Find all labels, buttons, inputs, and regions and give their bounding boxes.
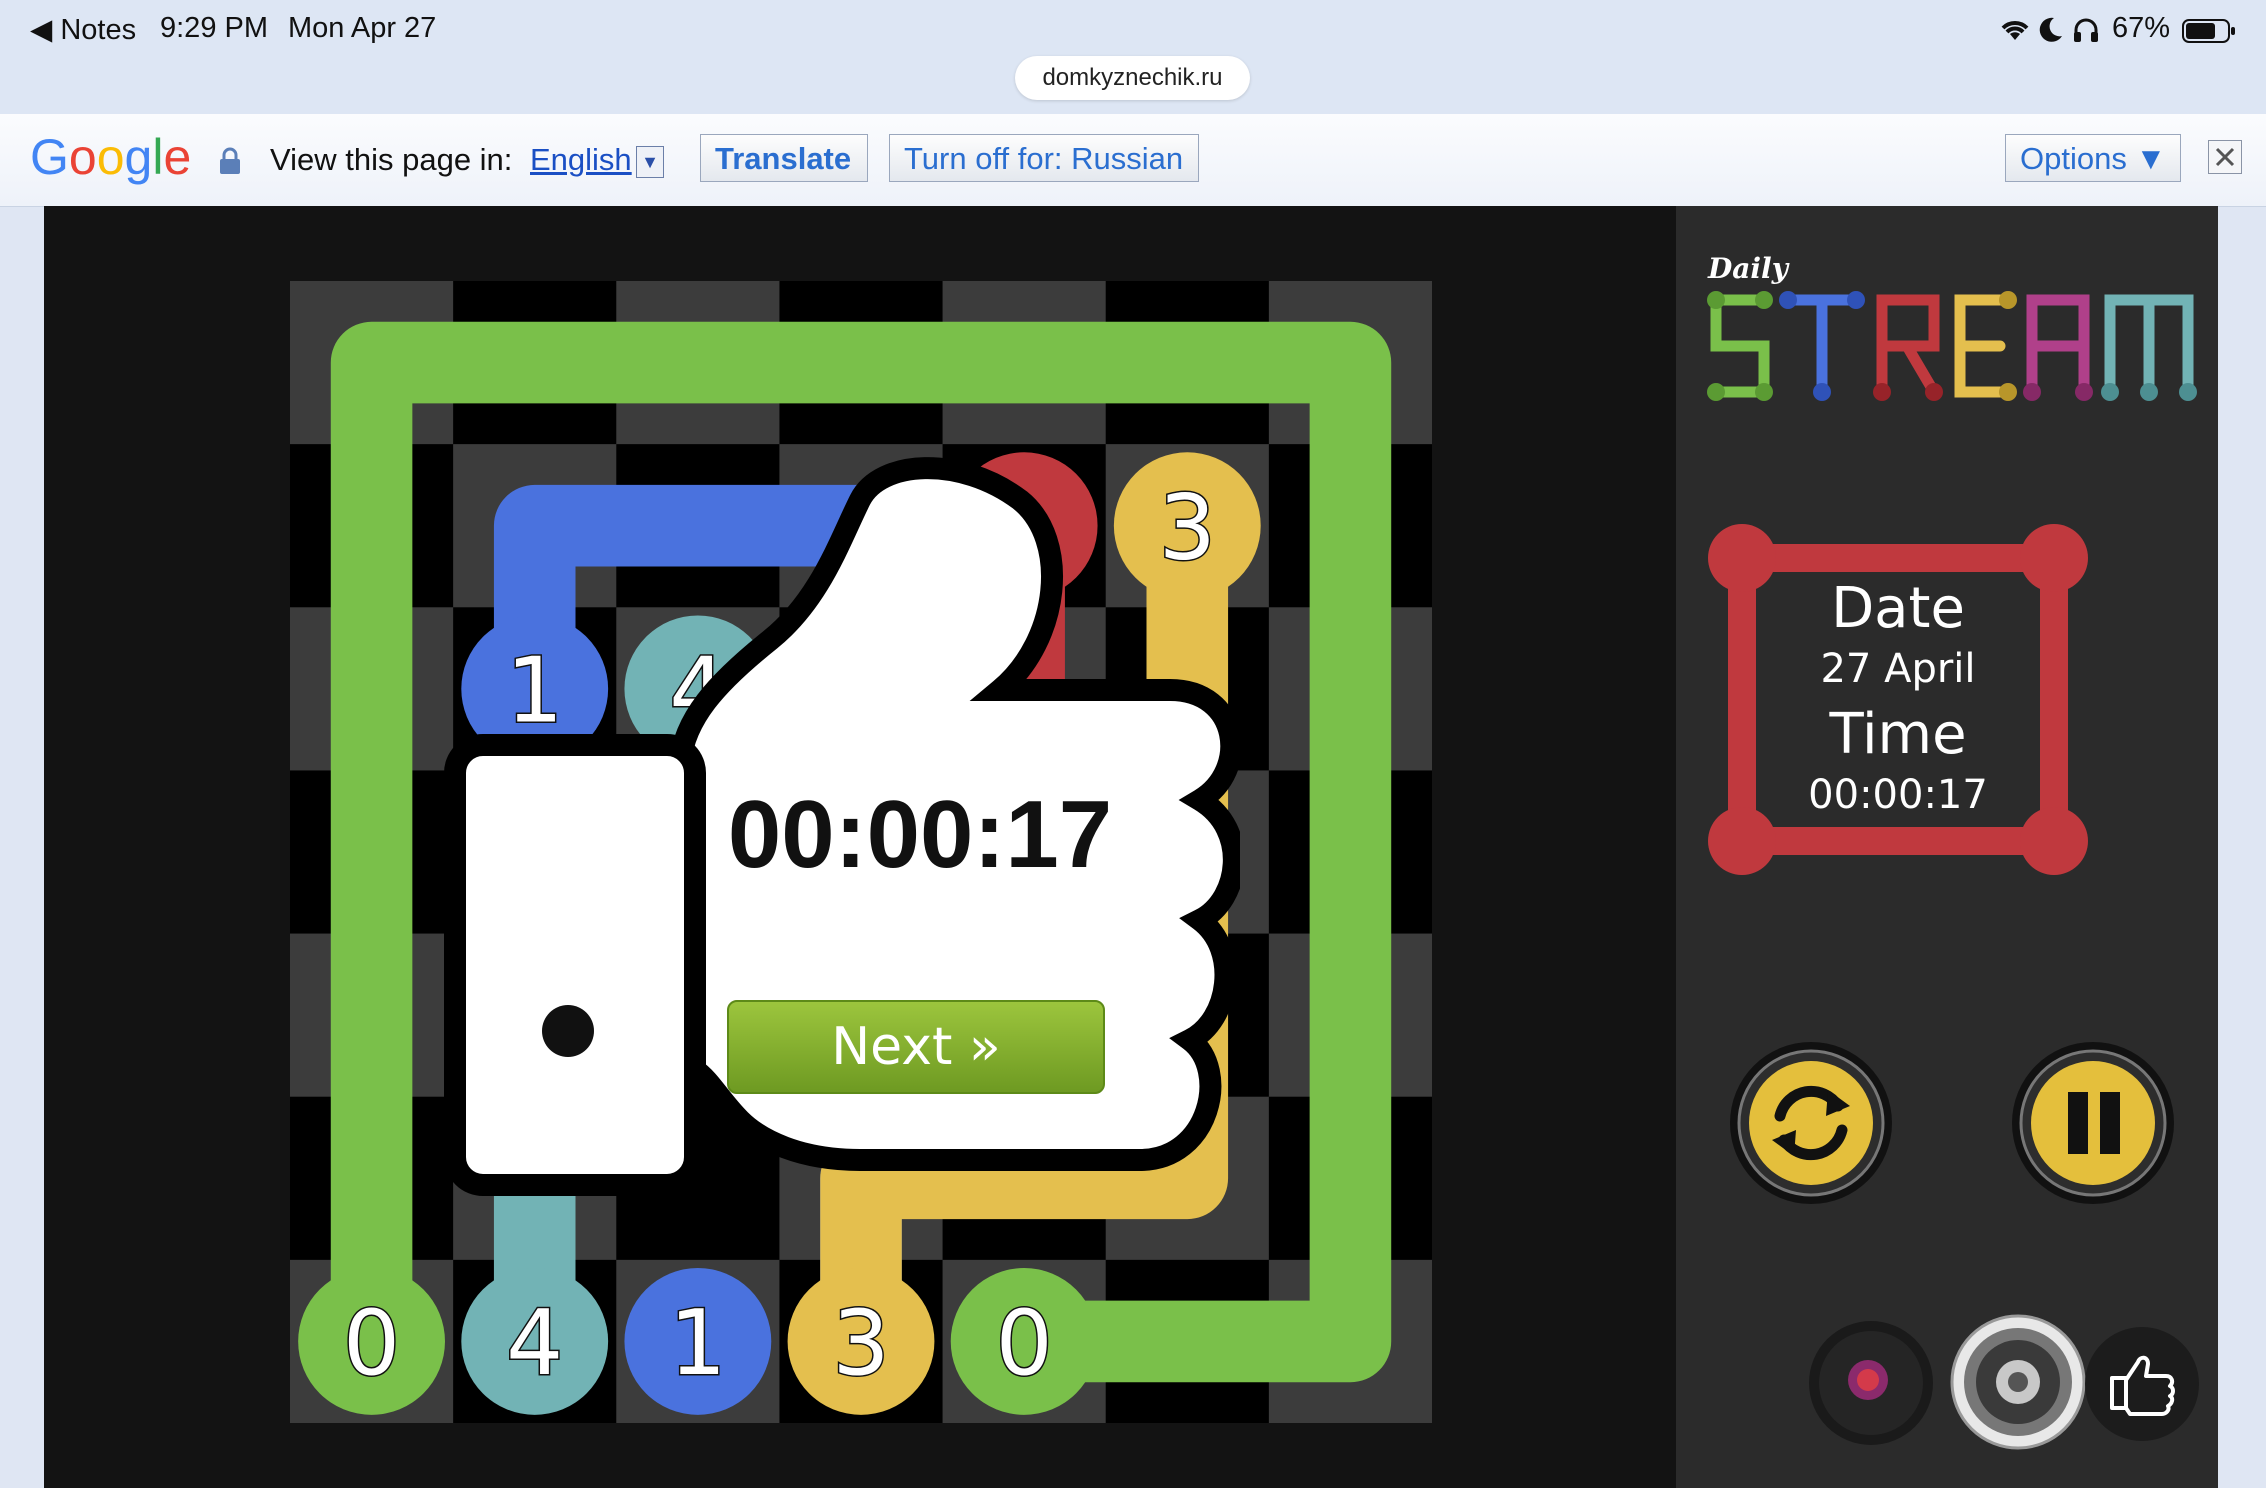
time-value: 00:00:17 — [1808, 772, 1988, 818]
translate-bar: Google View this page in: English ▼ Tran… — [0, 114, 2266, 207]
endpoint-label: 3 — [832, 1292, 889, 1396]
result-popup: 00:00:17 — [444, 457, 1240, 1196]
battery-icon — [2182, 19, 2235, 43]
url-pill[interactable]: domkyznechik.ru — [1015, 56, 1250, 100]
battery-percent: 67% — [2112, 12, 2171, 44]
brand-daily: Daily — [1708, 252, 1788, 285]
date-value: 27 April — [1820, 646, 1976, 692]
like-button[interactable] — [2084, 1326, 2200, 1442]
lock-icon — [220, 147, 240, 174]
record-button[interactable] — [1806, 1318, 1936, 1448]
time-label: Time — [1829, 702, 1967, 767]
status-bar: ◀ Notes 9:29 PM Mon Apr 27 67% domkyznec… — [0, 0, 2266, 114]
right-panel: Daily Date 27 April Time 00:00:17 — [1676, 206, 2218, 1488]
close-translate-button[interactable] — [2208, 140, 2242, 174]
sound-button[interactable] — [1950, 1314, 2086, 1450]
logo-letter-s — [1710, 294, 1770, 398]
translate-prompt: View this page in: — [270, 142, 513, 177]
date-label: Date — [1831, 576, 1965, 641]
language-link[interactable]: English — [530, 142, 632, 178]
stream-logo — [1707, 291, 2197, 401]
pause-button[interactable] — [2010, 1040, 2176, 1206]
cuff-button — [542, 1005, 594, 1057]
status-time: 9:29 PM — [160, 12, 268, 44]
language-dropdown-icon[interactable]: ▼ — [636, 146, 664, 178]
headphones-icon — [2074, 18, 2098, 42]
google-logo: Google — [30, 129, 190, 185]
svg-text:Google: Google — [30, 129, 190, 185]
endpoint-label: 4 — [506, 1292, 563, 1396]
turn-off-button[interactable]: Turn off for: Russian — [889, 134, 1199, 182]
moon-icon — [2039, 17, 2062, 42]
endpoint-label: 0 — [996, 1292, 1053, 1396]
endpoint-label: 1 — [669, 1292, 726, 1396]
status-date: Mon Apr 27 — [288, 12, 437, 44]
translate-button[interactable]: Translate — [700, 134, 868, 182]
wifi-icon — [2001, 21, 2029, 40]
options-button[interactable]: Options ▼ — [2005, 134, 2181, 182]
back-to-notes[interactable]: ◀ Notes — [30, 12, 136, 47]
popup-time: 00:00:17 — [728, 781, 1112, 888]
thumb-cuff — [444, 734, 706, 1196]
endpoint-label: 0 — [343, 1292, 400, 1396]
close-icon — [2215, 147, 2235, 167]
restart-button[interactable] — [1728, 1040, 1894, 1206]
next-button[interactable]: Next » — [727, 1000, 1105, 1094]
